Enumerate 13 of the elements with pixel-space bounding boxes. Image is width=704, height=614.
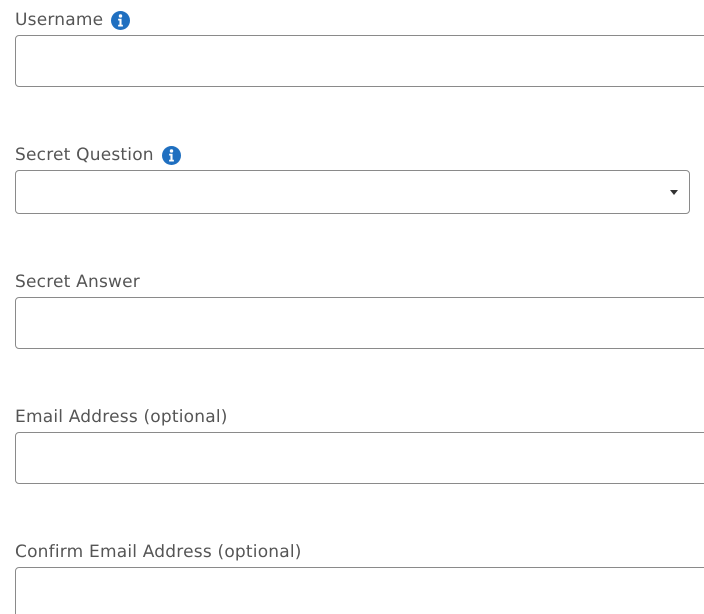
info-icon[interactable] bbox=[111, 10, 130, 30]
field-label: Secret Question bbox=[15, 145, 154, 165]
dropdown-field[interactable] bbox=[15, 170, 690, 214]
field-label: Email Address (optional) bbox=[15, 407, 228, 427]
info-icon[interactable] bbox=[162, 146, 181, 164]
field-label: Username bbox=[15, 10, 104, 30]
input-field[interactable] bbox=[15, 35, 704, 87]
input-field[interactable] bbox=[15, 567, 704, 614]
input-field[interactable] bbox=[15, 297, 704, 349]
field-label: Confirm Email Address (optional) bbox=[15, 542, 302, 562]
caret-icon bbox=[670, 190, 678, 194]
input-field[interactable] bbox=[15, 432, 704, 484]
field-label: Secret Answer bbox=[15, 272, 140, 292]
